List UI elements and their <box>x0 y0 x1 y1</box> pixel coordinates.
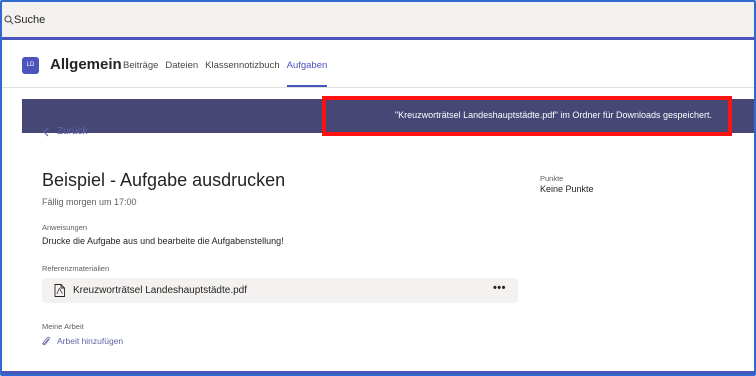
reference-file-name: Kreuzworträtsel Landeshauptstädte.pdf <box>73 285 247 296</box>
add-work-link[interactable]: Arbeit hinzufügen <box>42 336 123 346</box>
pdf-file-icon <box>54 284 65 297</box>
my-work-label: Meine Arbeit <box>42 322 84 331</box>
reference-materials-label: Referenzmaterialien <box>42 264 110 273</box>
tab-dateien[interactable]: Dateien <box>165 60 198 87</box>
highlight-annotation <box>322 96 732 136</box>
search-icon <box>4 15 14 25</box>
back-label: Zurück <box>57 126 88 137</box>
search-input[interactable]: Suche <box>14 14 45 26</box>
search-bar[interactable]: Suche <box>2 2 754 40</box>
points-label: Punkte <box>540 174 564 183</box>
add-work-label: Arbeit hinzufügen <box>57 336 124 346</box>
team-avatar[interactable]: LD <box>22 57 39 74</box>
more-options-button[interactable]: ••• <box>493 282 506 294</box>
due-date: Fällig morgen um 17:00 <box>42 197 137 207</box>
instructions-text: Drucke die Aufgabe aus und bearbeite die… <box>42 236 284 246</box>
back-link[interactable]: Zurück <box>42 126 88 137</box>
reference-file-card[interactable]: Kreuzworträtsel Landeshauptstädte.pdf ••… <box>42 278 518 303</box>
chevron-left-icon <box>43 127 49 136</box>
tab-beitraege[interactable]: Beiträge <box>123 60 158 87</box>
channel-header: LD Allgemein Beiträge Dateien Klassennot… <box>2 43 754 88</box>
points-value: Keine Punkte <box>540 184 594 194</box>
channel-title: Allgemein <box>50 56 122 73</box>
channel-tabs: Beiträge Dateien Klassennotizbuch Aufgab… <box>123 60 334 87</box>
paperclip-icon <box>42 336 50 346</box>
assignment-title: Beispiel - Aufgabe ausdrucken <box>42 170 286 190</box>
tab-aufgaben[interactable]: Aufgaben <box>286 60 327 87</box>
window-bottom-border <box>2 371 754 374</box>
tab-klassennotizbuch[interactable]: Klassennotizbuch <box>205 60 279 87</box>
app-window: Suche LD Allgemein Beiträge Dateien Klas… <box>0 0 756 376</box>
instructions-label: Anweisungen <box>42 223 88 232</box>
